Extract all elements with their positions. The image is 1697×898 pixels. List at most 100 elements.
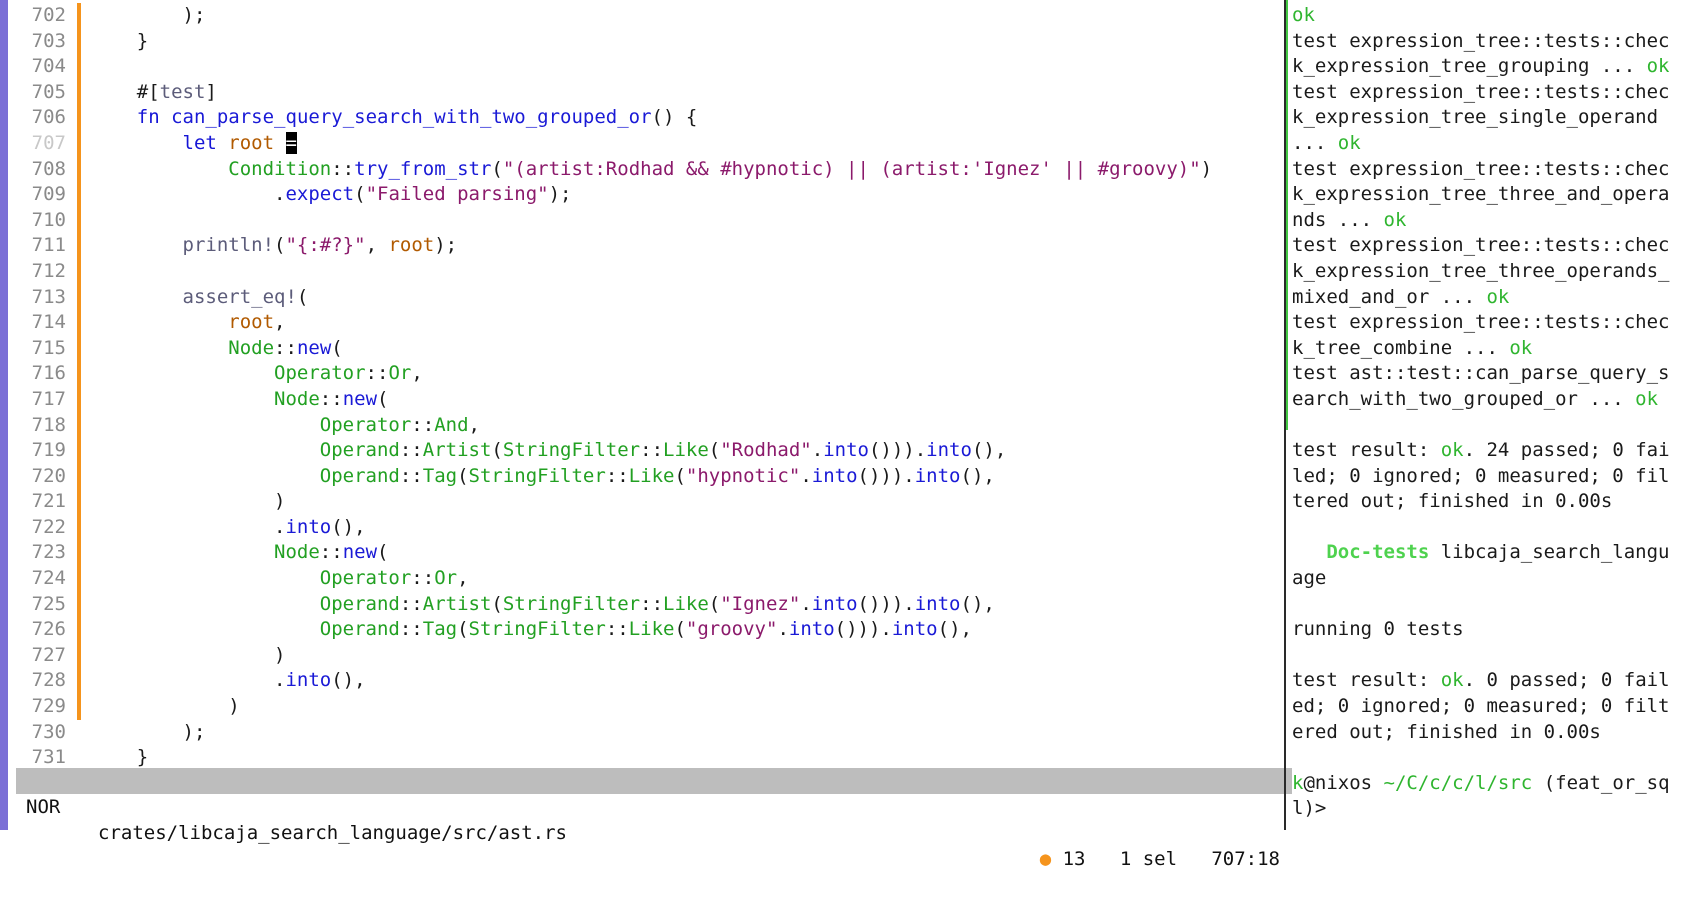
terminal-text: test expression_tree::tests::chec	[1292, 157, 1670, 180]
code-line[interactable]: 721 )	[8, 489, 1284, 515]
terminal-line: k@nixos ~/C/c/c/l/src (feat_or_sq	[1292, 771, 1692, 797]
terminal-text: ~/C/c/c/l/src	[1383, 771, 1533, 794]
terminal-text: age	[1292, 567, 1327, 590]
code-token: ::	[411, 413, 435, 436]
line-number: 718	[31, 413, 66, 436]
code-line[interactable]: 731 }	[8, 745, 1284, 771]
code-token: )	[91, 643, 286, 666]
code-token: into	[811, 592, 858, 615]
code-token: "(artist:Rodhad && #hypnotic) || (artist…	[502, 157, 1201, 180]
terminal-text: ok	[1509, 336, 1533, 359]
terminal-line: test result: ok. 24 passed; 0 fai	[1292, 438, 1692, 464]
code-line[interactable]: 727 )	[8, 642, 1284, 669]
git-change-marker	[77, 668, 81, 695]
terminal-text: ok	[1646, 55, 1670, 78]
code-line[interactable]: 714 root,	[8, 310, 1284, 336]
code-line[interactable]: 729 )	[8, 694, 1284, 720]
terminal-line: nds ... ok	[1292, 208, 1692, 234]
code-editor[interactable]: 702 ); 703 } 704 705 #[test] 706 fn can_pars…	[8, 0, 1292, 870]
code-text: #[test]	[91, 80, 217, 106]
terminal-text: ed; 0 ignored; 0 measured; 0 filt	[1292, 695, 1670, 718]
code-token: (	[296, 285, 309, 308]
terminal-line: test expression_tree::tests::chec	[1292, 80, 1692, 106]
file-path[interactable]: crates/libcaja_search_language/src/ast.r…	[98, 820, 567, 846]
code-line[interactable]: 723 Node::new(	[8, 540, 1284, 567]
git-change-marker	[77, 156, 81, 183]
terminal-text: running 0 tests	[1292, 618, 1464, 641]
git-change-marker	[77, 207, 81, 234]
line-number: 713	[31, 285, 66, 308]
git-change-marker	[77, 412, 81, 439]
code-line[interactable]: 724 Operator::Or,	[8, 566, 1284, 592]
line-number: 720	[31, 464, 66, 487]
code-line[interactable]: 707 let root =	[8, 130, 1284, 157]
code-token: .	[800, 464, 812, 487]
code-line[interactable]: 720 Operand::Tag(StringFilter::Like("hyp…	[8, 463, 1284, 490]
code-line[interactable]: 702 );	[8, 3, 1284, 29]
code-token: ::	[331, 157, 355, 180]
code-line[interactable]: 722 .into(),	[8, 514, 1284, 541]
code-line[interactable]: 705 #[test]	[8, 79, 1284, 106]
code-line[interactable]: 728 .into(),	[8, 668, 1284, 695]
code-line[interactable]: 715 Node::new(	[8, 335, 1284, 362]
terminal-line: k_expression_tree_single_operand	[1292, 105, 1692, 131]
code-token: (),	[331, 515, 366, 538]
line-number: 714	[31, 311, 66, 334]
code-token: ())).	[834, 618, 892, 641]
code-line[interactable]: 703 }	[8, 28, 1284, 55]
code-token: Like	[663, 439, 709, 462]
code-token: into	[926, 439, 972, 462]
code-line[interactable]: 719 Operand::Artist(StringFilter::Like("…	[8, 438, 1284, 464]
code-line[interactable]: 711 println!("{:#?}", root);	[8, 233, 1284, 259]
code-line[interactable]: 725 Operand::Artist(StringFilter::Like("…	[8, 591, 1284, 618]
code-token: (	[331, 336, 343, 359]
code-token: ::	[411, 567, 435, 590]
text-cursor: =	[285, 131, 297, 154]
terminal-text: ...	[1292, 131, 1338, 154]
focus-indicator	[0, 0, 8, 830]
code-line[interactable]: 713 assert_eq!(	[8, 284, 1284, 311]
code-line[interactable]: 718 Operator::And,	[8, 412, 1284, 439]
code-token: ::	[640, 439, 664, 462]
code-token: "Failed parsing"	[365, 183, 549, 206]
code-token: Tag	[422, 618, 458, 641]
code-token: ,	[457, 567, 469, 590]
code-token: StringFilter	[502, 592, 641, 615]
code-line[interactable]: 730 );	[8, 720, 1284, 746]
code-line[interactable]: 706 fn can_parse_query_search_with_two_g…	[8, 105, 1284, 131]
code-token: (	[674, 464, 686, 487]
git-change-marker	[77, 540, 81, 567]
code-token: ::	[605, 464, 629, 487]
code-line[interactable]: 710	[8, 207, 1284, 234]
code-line[interactable]: 717 Node::new(	[8, 386, 1284, 413]
terminal-pane[interactable]: ok test expression_tree::tests::chec k_exp…	[1286, 0, 1697, 830]
code-text: Operand::Tag(StringFilter::Like("groovy"…	[91, 617, 972, 643]
code-line[interactable]: 704	[8, 54, 1284, 80]
code-line[interactable]: 708 Condition::try_from_str("(artist:Rod…	[8, 156, 1284, 183]
code-text: Operand::Artist(StringFilter::Like("Rodh…	[91, 438, 1006, 464]
code-token: ::	[365, 362, 389, 385]
terminal-text: test result:	[1292, 439, 1441, 462]
code-token: ]	[205, 80, 217, 103]
line-number: 702	[31, 4, 66, 26]
code-line[interactable]: 709 .expect("Failed parsing");	[8, 182, 1284, 208]
code-line[interactable]: 716 Operator::Or,	[8, 361, 1284, 387]
code-text: Operator::Or,	[91, 566, 469, 592]
code-token: StringFilter	[468, 464, 606, 487]
diagnostics-count[interactable]: 13	[1063, 848, 1086, 870]
code-token: .	[811, 439, 824, 462]
git-change-marker	[77, 617, 81, 643]
code-text: Condition::try_from_str("(artist:Rodhad …	[91, 157, 1212, 183]
line-number: 705	[31, 80, 66, 103]
line-number: 722	[31, 515, 66, 538]
code-line[interactable]: 712	[8, 258, 1284, 285]
code-line[interactable]: 726 Operand::Tag(StringFilter::Like("gro…	[8, 617, 1284, 643]
